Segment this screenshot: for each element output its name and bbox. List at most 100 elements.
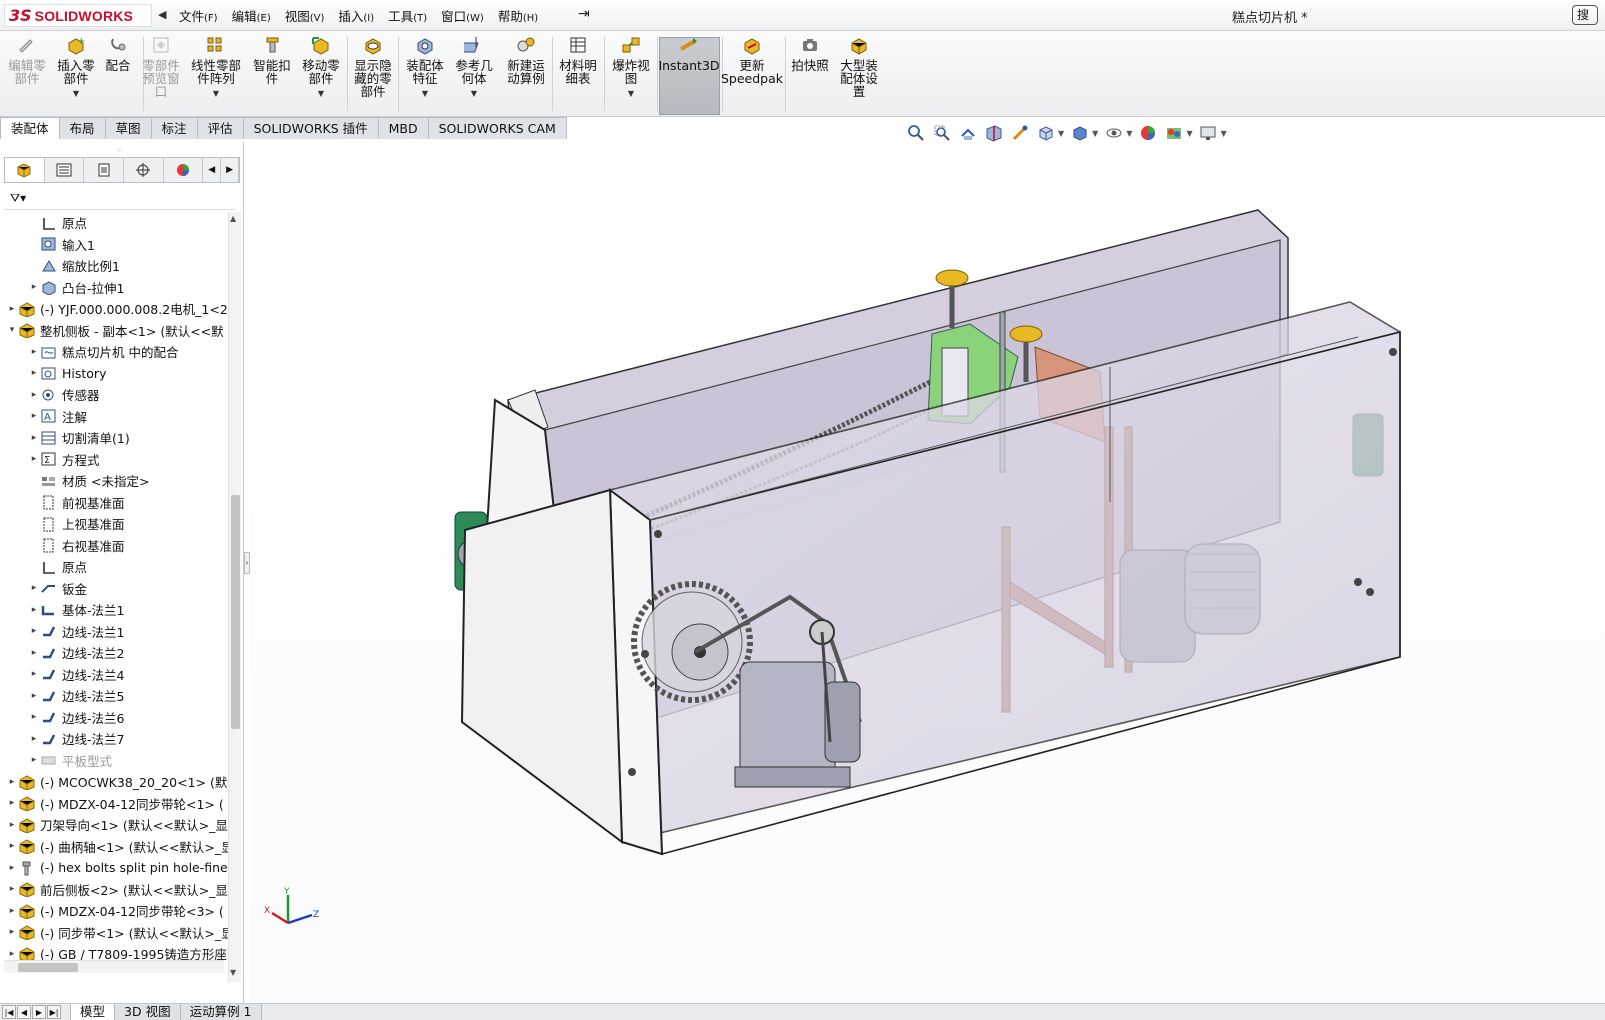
zoom-to-fit-icon[interactable] (905, 123, 926, 143)
panel-grip-icon[interactable]: ◦ (117, 146, 122, 155)
expand-caret-icon[interactable]: ▸ (6, 863, 18, 873)
tree-item[interactable]: ▸ (-) MDZX-04-12同步带轮<3> ( (0, 900, 228, 921)
expand-caret-icon[interactable]: ▸ (28, 755, 40, 765)
command-button-5[interactable]: 智能扣 件 (246, 35, 298, 85)
command-button-0[interactable]: 编辑零 部件 (1, 35, 53, 85)
axis-triad[interactable]: Y Z X (260, 885, 320, 935)
tab-scroll-right-icon[interactable]: ▶ (221, 158, 239, 182)
menu-item-1[interactable]: 编辑(E) (225, 6, 278, 25)
command-button-12[interactable]: 爆炸视 图 ▼ (605, 35, 657, 100)
menu-item-0[interactable]: 文件(F) (172, 6, 225, 25)
expand-caret-icon[interactable]: ▸ (28, 347, 40, 357)
tree-item[interactable]: ▸ 传感器 (0, 384, 228, 405)
command-button-14[interactable]: 更新 Speedpak (721, 35, 783, 85)
expand-caret-icon[interactable]: ▸ (28, 648, 40, 658)
tree-item[interactable]: ▸ (-) YJF.000.000.008.2电机_1<2> (0, 298, 228, 319)
tree-item[interactable]: ▸ 糕点切片机 中的配合 (0, 341, 228, 362)
tree-item[interactable]: ▸ 平板型式 (0, 750, 228, 771)
tree-item[interactable]: ▾ 整机侧板 - 副本<1> (默认<<默 (0, 320, 228, 341)
cm-tab-6[interactable]: MBD (377, 117, 429, 139)
tab-property-manager[interactable] (45, 158, 85, 182)
tab-dimxpert-manager[interactable] (124, 158, 164, 182)
expand-caret-icon[interactable]: ▸ (6, 906, 18, 916)
expand-caret-icon[interactable]: ▸ (28, 605, 40, 615)
cm-tab-3[interactable]: 标注 (150, 117, 198, 139)
expanded-caret-icon[interactable]: ▾ (6, 325, 18, 335)
hide-show-caret-icon[interactable]: ▼ (1126, 129, 1132, 138)
section-view-icon[interactable] (983, 123, 1004, 143)
hscroll-thumb[interactable] (18, 963, 78, 972)
tree-item[interactable]: ▸ 边线-法兰5 (0, 685, 228, 706)
expand-caret-icon[interactable]: ▸ (6, 820, 18, 830)
dropdown-caret-icon[interactable]: ▼ (318, 87, 324, 100)
expand-caret-icon[interactable]: ▸ (28, 433, 40, 443)
cm-tab-1[interactable]: 布局 (58, 117, 106, 139)
command-button-10[interactable]: 新建运 动算例 (500, 35, 552, 85)
expand-caret-icon[interactable]: ▸ (28, 712, 40, 722)
expand-caret-icon[interactable]: ▸ (28, 583, 40, 593)
solidworks-logo[interactable]: 3S SOLIDWORKS (4, 4, 152, 27)
menu-item-2[interactable]: 视图(V) (278, 6, 332, 25)
tree-item[interactable]: 原点 (0, 212, 228, 233)
bottom-tab-1[interactable]: 3D 视图 (114, 1004, 181, 1020)
view-orientation-caret-icon[interactable]: ▼ (1058, 129, 1064, 138)
tree-item[interactable]: ▸ (-) hex bolts split pin hole-fine (0, 857, 228, 878)
tab-feature-tree[interactable] (5, 158, 45, 182)
dropdown-caret-icon[interactable]: ▼ (628, 87, 634, 100)
expand-caret-icon[interactable]: ▸ (6, 927, 18, 937)
edit-appearance-icon[interactable] (1137, 123, 1158, 143)
expand-caret-icon[interactable]: ▸ (28, 691, 40, 701)
pin-menu-icon[interactable]: ⇥ (578, 6, 590, 22)
command-button-16[interactable]: 大型装 配体设 置 (833, 35, 885, 98)
menu-item-5[interactable]: 窗口(W) (434, 6, 491, 25)
dropdown-caret-icon[interactable]: ▼ (471, 87, 477, 100)
tree-item[interactable]: ▸ 边线-法兰1 (0, 621, 228, 642)
bottom-tab-2[interactable]: 运动算例 1 (179, 1004, 262, 1020)
next-tab-icon[interactable]: ▶ (32, 1005, 46, 1019)
command-button-9[interactable]: 参考几 何体 ▼ (448, 35, 500, 100)
cm-tab-0[interactable]: 装配体 (0, 117, 60, 139)
tree-item[interactable]: ▸ 刀架导向<1> (默认<<默认>_显 (0, 814, 228, 835)
scroll-down-icon[interactable]: ▼ (230, 968, 236, 977)
display-style-caret-icon[interactable]: ▼ (1092, 129, 1098, 138)
previous-view-icon[interactable] (957, 123, 978, 143)
menu-collapse-arrow-icon[interactable]: ◀ (158, 8, 166, 21)
expand-caret-icon[interactable]: ▸ (6, 777, 18, 787)
tree-filter[interactable]: ⛛▾ (4, 188, 236, 210)
expand-caret-icon[interactable]: ▸ (28, 282, 40, 292)
tree-item[interactable]: ▸ 切割清单(1) (0, 427, 228, 448)
graphics-area[interactable]: Y Z X (250, 142, 1605, 1003)
tree-item[interactable]: ▸ 前后侧板<2> (默认<<默认>_显 (0, 879, 228, 900)
search-help-box[interactable]: 搜 (1572, 5, 1598, 25)
zoom-to-area-icon[interactable] (931, 123, 952, 143)
tree-item[interactable]: ▸ 边线-法兰6 (0, 707, 228, 728)
expand-caret-icon[interactable]: ▸ (6, 841, 18, 851)
tree-item[interactable]: 上视基准面 (0, 513, 228, 534)
command-button-11[interactable]: 材料明 细表 (552, 35, 604, 85)
tree-item[interactable]: ▸ A 注解 (0, 406, 228, 427)
hide-show-items-icon[interactable] (1103, 123, 1124, 143)
view-settings-icon[interactable] (1198, 123, 1219, 143)
expand-caret-icon[interactable]: ▸ (28, 669, 40, 679)
dropdown-caret-icon[interactable]: ▼ (213, 87, 219, 100)
view-orientation-icon[interactable] (1035, 123, 1056, 143)
tree-item[interactable]: ▸ (-) 曲柄轴<1> (默认<<默认>_显 (0, 836, 228, 857)
scroll-thumb[interactable] (231, 495, 240, 729)
tree-item[interactable]: 材质 <未指定> (0, 470, 228, 491)
assembly-model-3d[interactable] (250, 142, 1605, 1003)
bottom-tab-0[interactable]: 模型 (70, 1004, 116, 1020)
dropdown-caret-icon[interactable]: ▼ (422, 87, 428, 100)
tab-display-manager[interactable] (164, 158, 204, 182)
tree-item[interactable]: ▸ 边线-法兰4 (0, 664, 228, 685)
expand-caret-icon[interactable]: ▸ (6, 798, 18, 808)
tree-item[interactable]: 输入1 (0, 234, 228, 255)
expand-caret-icon[interactable]: ▸ (6, 949, 18, 959)
tree-item[interactable]: ▸ History (0, 363, 228, 384)
apply-scene-icon[interactable] (1163, 123, 1184, 143)
scroll-up-icon[interactable]: ▲ (230, 214, 236, 223)
expand-caret-icon[interactable]: ▸ (28, 626, 40, 636)
dynamic-annotation-icon[interactable] (1009, 123, 1030, 143)
apply-scene-caret-icon[interactable]: ▼ (1186, 129, 1192, 138)
tree-horizontal-scrollbar[interactable] (4, 960, 224, 973)
command-button-3[interactable]: 零部件 预览窗 口 (135, 35, 187, 98)
